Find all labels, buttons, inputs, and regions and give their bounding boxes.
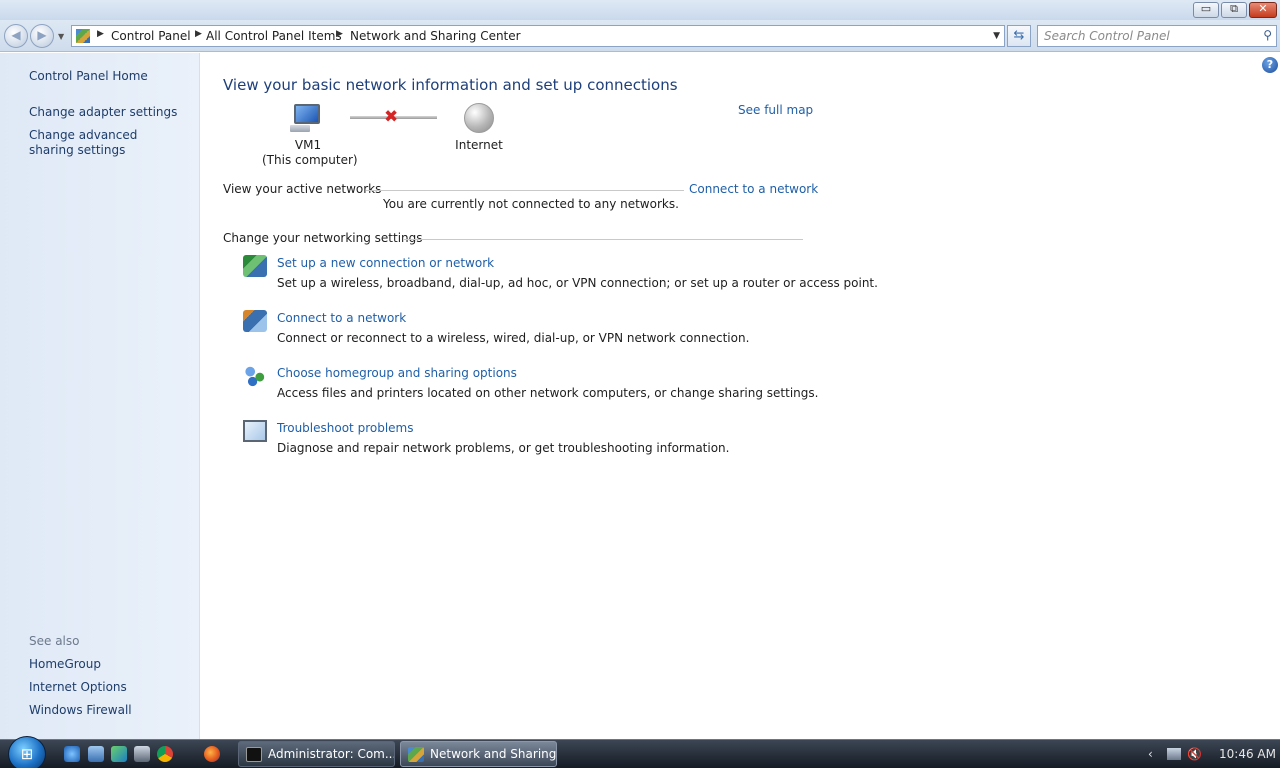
restore-icon: ⧉ xyxy=(1230,2,1238,15)
connect-network-task-link[interactable]: Connect to a network xyxy=(277,311,406,325)
search-box[interactable]: ⚲ xyxy=(1037,25,1277,47)
help-button[interactable]: ? xyxy=(1262,57,1278,73)
taskbar-network-sharing[interactable]: Network and Sharing... xyxy=(400,741,557,767)
windows-firewall-link[interactable]: Windows Firewall xyxy=(29,703,132,718)
left-navigation-pane: Control Panel Home Change adapter settin… xyxy=(0,53,200,739)
internet-explorer-icon[interactable] xyxy=(64,746,80,762)
computer-name: VM1 xyxy=(294,138,322,152)
connect-network-icon xyxy=(243,310,267,332)
close-icon: ✕ xyxy=(1258,2,1268,15)
command-prompt-icon xyxy=(246,747,262,762)
computer-shortcut-icon[interactable] xyxy=(134,746,150,762)
troubleshoot-link[interactable]: Troubleshoot problems xyxy=(277,421,413,435)
active-networks-heading: View your active networks xyxy=(223,182,382,196)
troubleshoot-description: Diagnose and repair network problems, or… xyxy=(277,441,730,455)
divider xyxy=(404,239,803,240)
page-title: View your basic network information and … xyxy=(223,76,678,94)
back-button[interactable]: ◀ xyxy=(4,24,28,48)
connect-network-description: Connect or reconnect to a wireless, wire… xyxy=(277,331,750,345)
networking-settings-heading: Change your networking settings xyxy=(223,231,423,245)
breadcrumb-separator-icon[interactable]: ▶ xyxy=(336,29,343,39)
forward-button[interactable]: ▶ xyxy=(30,24,54,48)
help-icon: ? xyxy=(1266,58,1274,71)
computer-subtitle: (This computer) xyxy=(262,153,358,167)
internet-label: Internet xyxy=(455,138,503,152)
network-status-text: You are currently not connected to any n… xyxy=(383,197,679,211)
taskbar: ⊞ Administrator: Com... Network and Shar… xyxy=(0,736,1280,768)
breadcrumb-control-panel[interactable]: Control Panel xyxy=(111,29,191,43)
clock[interactable]: 10:46 AM xyxy=(1219,747,1276,761)
taskbar-button-label: Network and Sharing... xyxy=(430,747,557,761)
windows-logo-icon: ⊞ xyxy=(20,745,34,763)
setup-connection-description: Set up a wireless, broadband, dial-up, a… xyxy=(277,276,878,290)
computer-icon xyxy=(290,104,322,132)
breadcrumb-separator-icon[interactable]: ▶ xyxy=(195,29,202,39)
search-icon[interactable]: ⚲ xyxy=(1263,28,1272,42)
taskbar-command-prompt[interactable]: Administrator: Com... xyxy=(238,741,395,767)
control-panel-icon xyxy=(408,747,424,762)
homegroup-sharing-description: Access files and printers located on oth… xyxy=(277,386,819,400)
firefox-icon[interactable] xyxy=(204,746,220,762)
homegroup-icon xyxy=(243,365,267,387)
troubleshoot-icon xyxy=(243,420,267,442)
internet-options-link[interactable]: Internet Options xyxy=(29,680,127,695)
taskbar-button-label: Administrator: Com... xyxy=(268,747,395,761)
breadcrumb-network-center[interactable]: Network and Sharing Center xyxy=(350,29,521,43)
internet-globe-icon xyxy=(464,103,494,133)
breadcrumb-separator-icon[interactable]: ▶ xyxy=(97,29,104,39)
media-player-icon[interactable] xyxy=(111,746,127,762)
show-desktop-icon[interactable] xyxy=(88,746,104,762)
change-adapter-settings-link[interactable]: Change adapter settings xyxy=(29,105,177,120)
homegroup-link[interactable]: HomeGroup xyxy=(29,657,101,672)
setup-connection-icon xyxy=(243,255,267,277)
minimize-icon: ▭ xyxy=(1200,2,1212,15)
recent-pages-dropdown-icon[interactable]: ▼ xyxy=(58,32,64,41)
divider xyxy=(366,190,684,191)
breadcrumb-all-items[interactable]: All Control Panel Items xyxy=(206,29,342,43)
change-advanced-sharing-link[interactable]: Change advanced sharing settings xyxy=(29,128,179,158)
homegroup-sharing-link[interactable]: Choose homegroup and sharing options xyxy=(277,366,517,380)
back-arrow-icon: ◀ xyxy=(11,28,21,42)
title-bar: ▭ ⧉ ✕ xyxy=(0,0,1280,20)
minimize-button[interactable]: ▭ xyxy=(1193,2,1219,18)
see-also-heading: See also xyxy=(29,634,80,648)
search-input[interactable] xyxy=(1044,28,1252,44)
see-full-map-link[interactable]: See full map xyxy=(738,103,813,117)
close-button[interactable]: ✕ xyxy=(1249,2,1277,18)
show-hidden-icons-icon[interactable]: ‹ xyxy=(1148,747,1153,761)
refresh-icon: ⇆ xyxy=(1013,28,1025,43)
control-panel-home-link[interactable]: Control Panel Home xyxy=(29,69,148,84)
connect-to-network-link[interactable]: Connect to a network xyxy=(689,182,818,196)
address-dropdown-icon[interactable]: ▼ xyxy=(993,31,1000,41)
restore-button[interactable]: ⧉ xyxy=(1221,2,1247,18)
start-button[interactable]: ⊞ xyxy=(8,736,46,768)
setup-connection-link[interactable]: Set up a new connection or network xyxy=(277,256,494,270)
address-bar[interactable]: ▶ Control Panel ▶ All Control Panel Item… xyxy=(71,25,1005,47)
control-panel-icon xyxy=(76,29,90,43)
disconnected-x-icon[interactable]: ✖ xyxy=(384,107,398,127)
forward-arrow-icon: ▶ xyxy=(37,28,47,42)
refresh-button[interactable]: ⇆ xyxy=(1007,25,1031,47)
chrome-icon[interactable] xyxy=(157,746,173,762)
network-tray-icon[interactable] xyxy=(1167,748,1181,760)
volume-muted-icon[interactable]: 🔇 xyxy=(1187,747,1202,761)
